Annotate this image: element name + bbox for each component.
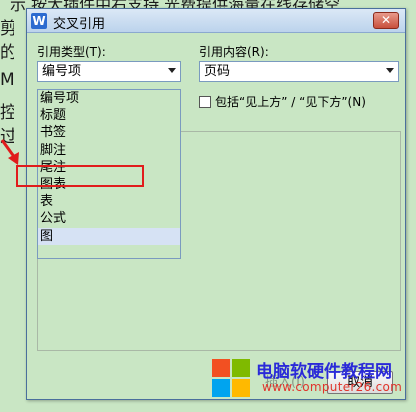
ref-type-select[interactable]: 编号项: [37, 61, 181, 82]
red-arrow-icon: [0, 139, 19, 165]
close-button[interactable]: ✕: [373, 12, 399, 29]
chevron-down-icon[interactable]: [386, 68, 394, 73]
ref-content-select[interactable]: 页码: [199, 61, 399, 82]
highlight-box: [16, 165, 144, 187]
above-below-checkbox-label: 包括“见上方” / “见下方”(N): [215, 95, 366, 109]
dropdown-item[interactable]: 脚注: [38, 142, 180, 159]
wps-writer-icon: W: [31, 13, 47, 29]
watermark-title: 电脑软硬件教程网: [256, 362, 392, 382]
dropdown-item[interactable]: 表: [38, 193, 180, 210]
cross-reference-dialog: W 交叉引用 ✕ 引用类型(T): 编号项 引用内容(R): 页码 包括“见上方…: [26, 8, 406, 400]
close-icon: ✕: [380, 13, 392, 27]
background-left-char: 控: [0, 103, 14, 123]
above-below-checkbox-row[interactable]: 包括“见上方” / “见下方”(N): [199, 93, 366, 110]
ref-content-label: 引用内容(R):: [199, 45, 269, 59]
ref-type-label: 引用类型(T):: [37, 45, 106, 59]
background-left-char: M: [0, 70, 14, 90]
watermark-url: www.computer26.com: [262, 380, 403, 394]
dropdown-item-selected[interactable]: 图: [38, 227, 180, 245]
ref-type-value: 编号项: [42, 64, 82, 79]
background-left-char: 的: [0, 43, 14, 63]
above-below-checkbox[interactable]: [199, 96, 211, 108]
dialog-titlebar[interactable]: W 交叉引用 ✕: [27, 9, 405, 33]
background-left-char: 剪: [0, 19, 14, 39]
dropdown-item[interactable]: 编号项: [38, 90, 180, 107]
dropdown-item[interactable]: 标题: [38, 107, 180, 124]
chevron-down-icon[interactable]: [168, 68, 176, 73]
dropdown-item[interactable]: 书签: [38, 124, 180, 141]
dialog-title: 交叉引用: [53, 17, 106, 32]
dropdown-item[interactable]: 公式: [38, 210, 180, 227]
watermark: 电脑软硬件教程网 www.computer26.com: [208, 355, 412, 405]
ref-content-value: 页码: [204, 64, 231, 79]
windows-logo-icon: [212, 359, 252, 399]
